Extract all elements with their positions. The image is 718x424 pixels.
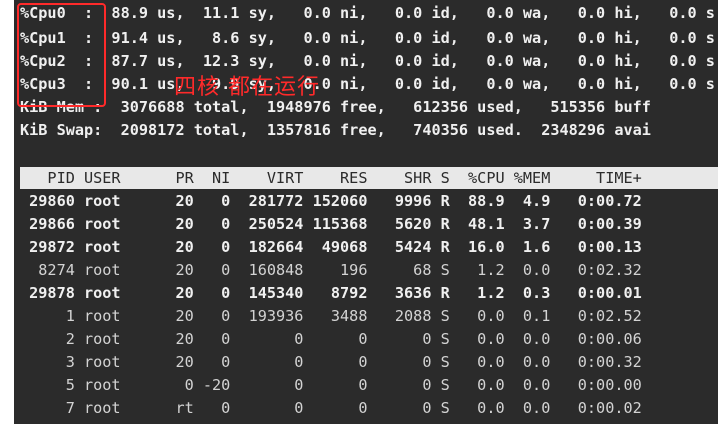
terminal-window[interactable]: %Cpu0 : 88.9 us, 11.1 sy, 0.0 ni, 0.0 id… (14, 0, 718, 424)
cpu-line-3: %Cpu3 : 90.1 us, 9.9 sy, 0.0 ni, 0.0 id,… (20, 75, 715, 93)
process-row: 8274 root 20 0 160848 196 68 S 1.2 0.0 0… (20, 261, 642, 279)
annotation-label: 四核 都在运行 (174, 75, 320, 100)
process-row: 2 root 20 0 0 0 0 S 0.0 0.0 0:00.06 (20, 330, 642, 348)
process-row: 29872 root 20 0 182664 49068 5424 R 16.0… (20, 238, 642, 256)
process-table-header: PID USER PR NI VIRT RES SHR S %CPU %MEM … (20, 169, 642, 187)
process-row: 3 root 20 0 0 0 0 S 0.0 0.0 0:00.32 (20, 353, 642, 371)
process-row: 1 root 20 0 193936 3488 2088 S 0.0 0.1 0… (20, 307, 642, 325)
cpu-line-0: %Cpu0 : 88.9 us, 11.1 sy, 0.0 ni, 0.0 id… (20, 4, 715, 22)
mem-line: KiB Mem : 3076688 total, 1948976 free, 6… (20, 98, 651, 116)
process-row: 29878 root 20 0 145340 8792 3636 R 1.2 0… (20, 284, 642, 302)
process-row: 5 root 0 -20 0 0 0 S 0.0 0.0 0:00.00 (20, 376, 642, 394)
process-row: 7 root rt 0 0 0 0 S 0.0 0.0 0:00.02 (20, 399, 642, 417)
cpu-line-2: %Cpu2 : 87.7 us, 12.3 sy, 0.0 ni, 0.0 id… (20, 52, 715, 70)
process-row: 29866 root 20 0 250524 115368 5620 R 48.… (20, 215, 642, 233)
cpu-highlight-box (17, 3, 106, 107)
process-row: 29860 root 20 0 281772 152060 9996 R 88.… (20, 192, 642, 210)
swap-line: KiB Swap: 2098172 total, 1357816 free, 7… (20, 121, 651, 139)
cpu-line-1: %Cpu1 : 91.4 us, 8.6 sy, 0.0 ni, 0.0 id,… (20, 29, 715, 47)
